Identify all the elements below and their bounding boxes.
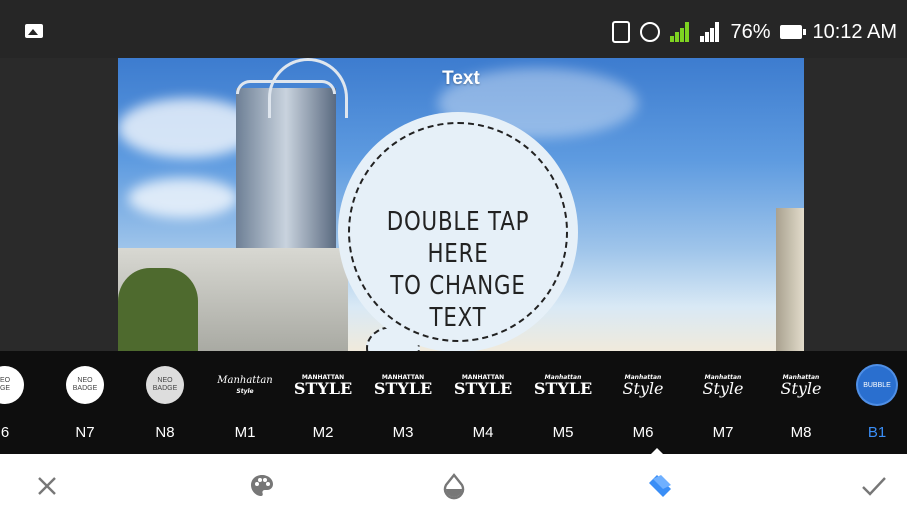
vibrate-icon [612, 21, 631, 43]
bottom-toolbar [0, 454, 907, 515]
style-item-m1[interactable]: Manhattan Style M1 [210, 351, 280, 454]
style-item-m3[interactable]: MANHATTAN STYLE M3 [368, 351, 438, 454]
opacity-icon[interactable] [432, 464, 476, 508]
signal-icon [670, 22, 690, 42]
photo: Text DOUBLE TAP HERE TO CHANGE TEXT [118, 58, 804, 351]
style-label: M4 [472, 424, 494, 441]
style-item-n8[interactable]: NEO BADGE N8 [130, 351, 200, 454]
style-item-m8[interactable]: Manhattan Style M8 [766, 351, 836, 454]
check-icon[interactable] [852, 464, 896, 508]
manhattan-thumb: Manhattan STYLE [533, 374, 593, 398]
speech-bubble[interactable]: DOUBLE TAP HERE TO CHANGE TEXT [340, 114, 576, 350]
style-item-m7[interactable]: Manhattan Style M7 [688, 351, 758, 454]
style-label: M3 [392, 424, 414, 441]
style-icon[interactable] [638, 464, 682, 508]
style-label: M6 [632, 424, 654, 441]
palette-icon[interactable] [240, 464, 284, 508]
alarm-icon [640, 22, 661, 42]
manhattan-thumb: MANHATTAN STYLE [293, 374, 353, 398]
battery-icon [780, 25, 807, 39]
clock: 10:12 AM [812, 20, 897, 43]
gallery-icon [25, 24, 43, 38]
neo-badge-thumb: EO GE [0, 366, 24, 404]
manhattan-thumb: Manhattan Style [217, 375, 273, 395]
style-item-6[interactable]: EO GE 6 [0, 351, 40, 454]
style-label: 6 [0, 424, 10, 441]
style-label: N7 [75, 424, 95, 441]
close-icon[interactable] [25, 464, 69, 508]
bubble-text[interactable]: DOUBLE TAP HERE TO CHANGE TEXT [376, 206, 540, 334]
style-item-m6[interactable]: Manhattan Style M6 [608, 351, 678, 454]
style-strip[interactable]: EO GE 6 NEO BADGE N7 NEO BADGE N8 Manhattan… [0, 351, 907, 454]
style-item-m4[interactable]: MANHATTAN STYLE M4 [448, 351, 518, 454]
status-bar: 76% 10:12 AM [0, 0, 907, 58]
manhattan-thumb: MANHATTAN STYLE [453, 374, 513, 398]
style-item-m2[interactable]: MANHATTAN STYLE M2 [288, 351, 358, 454]
editor-canvas: Text DOUBLE TAP HERE TO CHANGE TEXT [0, 58, 907, 351]
canvas-title: Text [442, 68, 480, 89]
style-label: M5 [552, 424, 574, 441]
style-label-selected: B1 [867, 424, 887, 441]
status-icons: 76% 10:12 AM [612, 18, 897, 46]
manhattan-thumb: Manhattan Style [780, 374, 822, 398]
style-item-m5[interactable]: Manhattan STYLE M5 [528, 351, 598, 454]
signal-icon [700, 22, 720, 42]
style-label: M1 [234, 424, 256, 441]
manhattan-thumb: MANHATTAN STYLE [373, 374, 433, 398]
bubble-thumb: BUBBLE [858, 366, 896, 404]
manhattan-thumb: Manhattan Style [622, 374, 664, 398]
style-label: M2 [312, 424, 334, 441]
style-label: M7 [712, 424, 734, 441]
neo-badge-thumb: NEO BADGE [146, 366, 184, 404]
style-item-b1[interactable]: BUBBLE B1 [842, 351, 907, 454]
manhattan-thumb: Manhattan Style [702, 374, 744, 398]
neo-badge-thumb: NEO BADGE [66, 366, 104, 404]
style-label: M8 [790, 424, 812, 441]
style-item-n7[interactable]: NEO BADGE N7 [50, 351, 120, 454]
style-label: N8 [155, 424, 175, 441]
battery-percent: 76% [730, 20, 771, 43]
